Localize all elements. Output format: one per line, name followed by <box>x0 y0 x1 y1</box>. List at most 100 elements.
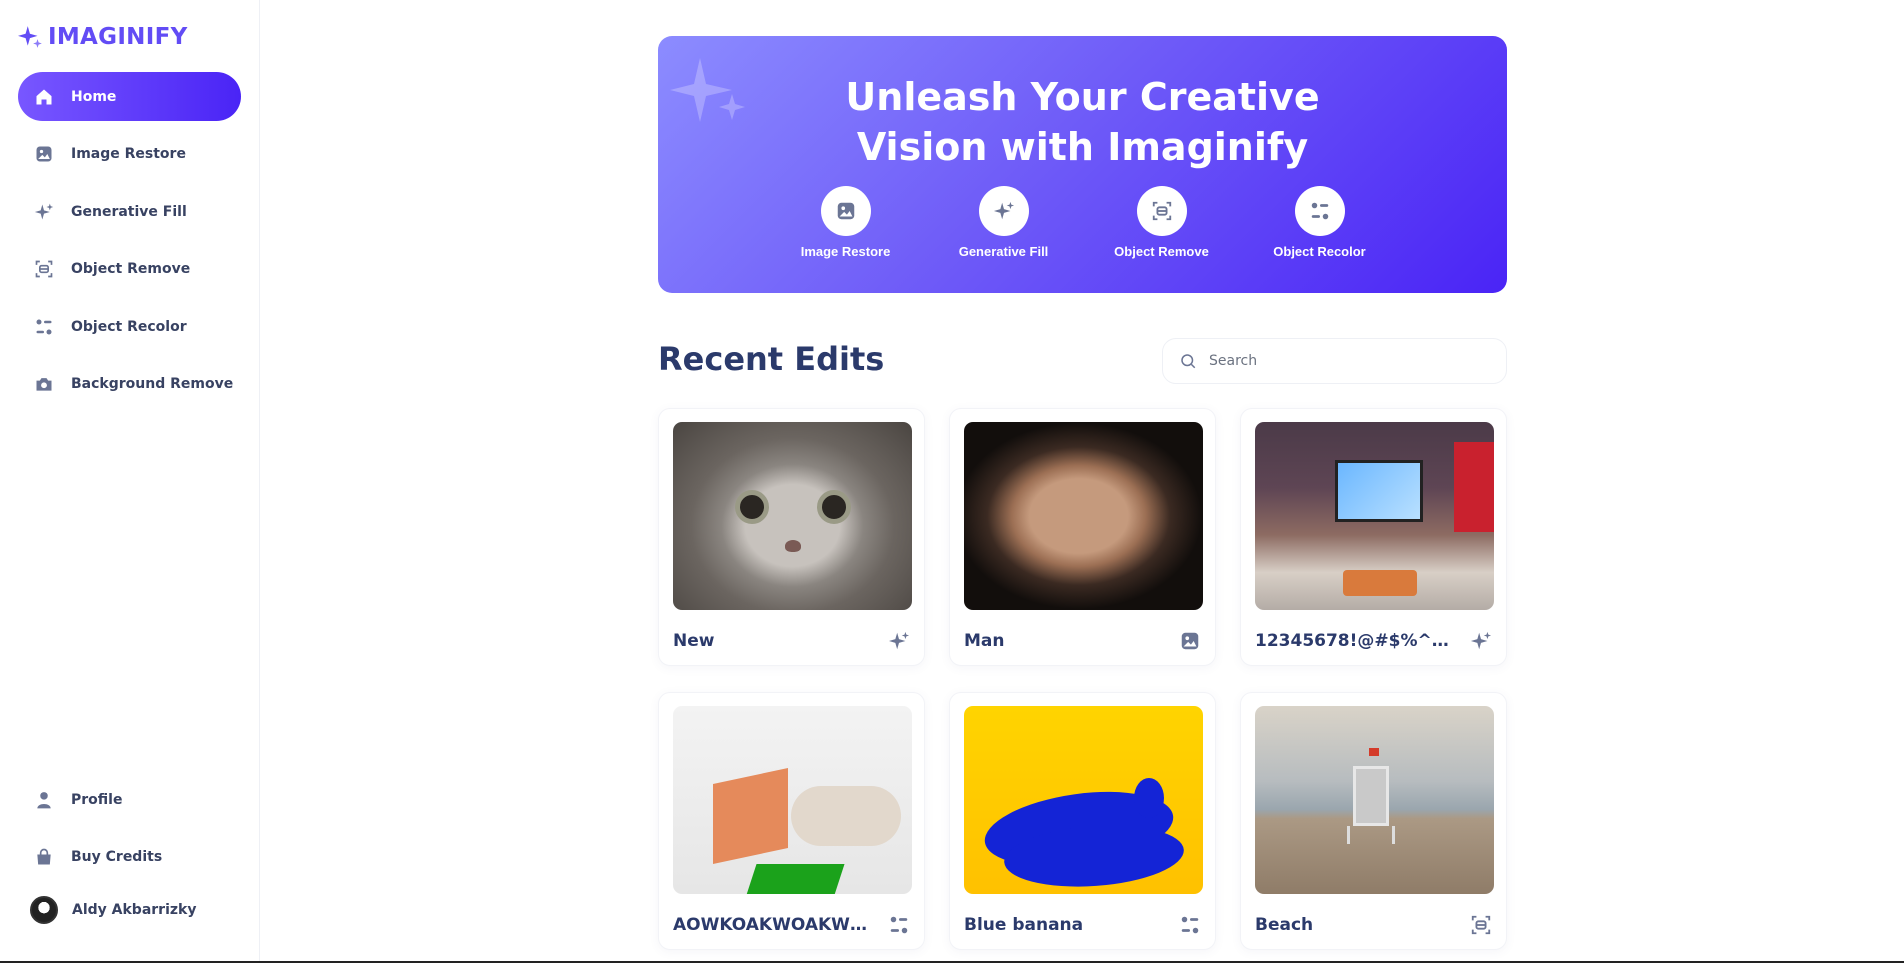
bag-icon <box>33 846 55 868</box>
brand-name: IMAGINIFY <box>48 24 188 50</box>
hero-link-object-remove[interactable]: Object Remove <box>1114 186 1209 259</box>
recent-edits-title: Recent Edits <box>658 340 885 378</box>
card-footer: Blue banana <box>964 914 1201 936</box>
card-footer: 12345678!@#$%^&*... <box>1255 630 1492 652</box>
hero-link-circle[interactable] <box>1136 186 1187 236</box>
hero-link-circle[interactable] <box>978 186 1029 236</box>
card-title: AOWKOAKWOAKWOK <box>673 915 873 935</box>
sidebar-item-image-restore[interactable]: Image Restore <box>18 130 241 179</box>
image-card[interactable]: 12345678!@#$%^&*... <box>1240 408 1507 666</box>
card-title: Beach <box>1255 915 1314 935</box>
thumbnail-detail <box>1134 778 1164 818</box>
sidebar: IMAGINIFY Home Image Restore Generative … <box>0 0 260 963</box>
sidebar-item-label: Home <box>71 88 117 105</box>
sidebar-item-object-remove[interactable]: Object Remove <box>18 245 241 294</box>
card-title: Blue banana <box>964 915 1084 935</box>
search-box[interactable] <box>1162 338 1507 384</box>
hero-title-line2: Vision with Imaginify <box>856 125 1309 169</box>
thumbnail-detail <box>1335 460 1423 522</box>
image-icon <box>837 202 854 220</box>
stars-icon <box>888 631 910 650</box>
image-thumbnail[interactable] <box>1255 706 1494 894</box>
hero-link-label: Image Restore <box>800 244 891 259</box>
main-content: Unleash Your Creative Vision with Imagin… <box>260 0 1904 963</box>
sidebar-item-label: Generative Fill <box>71 203 187 220</box>
thumbnail-detail <box>735 490 769 524</box>
thumbnail-detail <box>1347 826 1395 844</box>
image-card[interactable]: Man <box>949 408 1216 666</box>
sidebar-item-label: Object Remove <box>71 261 191 277</box>
image-thumbnail[interactable] <box>1255 422 1494 610</box>
sidebar-item-label: Profile <box>71 791 123 808</box>
image-card[interactable]: New <box>658 408 925 666</box>
sidebar-item-label: Background Remove <box>71 376 234 392</box>
filter-icon <box>33 316 55 338</box>
sidebar-item-label: Buy Credits <box>71 849 163 865</box>
image-card[interactable]: Blue banana <box>949 692 1216 950</box>
user-name: Aldy Akbarrizky <box>72 902 197 918</box>
filter-icon <box>1181 916 1199 934</box>
image-thumbnail[interactable] <box>673 706 912 894</box>
scan-icon <box>33 258 55 280</box>
thumbnail-detail <box>745 864 845 894</box>
profile-icon <box>33 789 55 811</box>
thumbnail-detail <box>791 786 901 846</box>
thumbnail-detail <box>713 768 788 864</box>
search-input[interactable] <box>1209 353 1489 369</box>
image-thumbnail[interactable] <box>964 706 1203 894</box>
thumbnail-detail <box>1353 766 1389 826</box>
sidebar-item-label: Image Restore <box>71 146 186 162</box>
sidebar-item-profile[interactable]: Profile <box>18 775 241 824</box>
sidebar-nav: Home Image Restore Generative Fill Objec… <box>18 72 241 417</box>
hero-link-object-recolor[interactable]: Object Recolor <box>1273 186 1366 259</box>
sidebar-bottom: Profile Buy Credits Aldy Akbarrizky <box>18 775 241 930</box>
image-thumbnail[interactable] <box>673 422 912 610</box>
home-icon <box>33 86 55 108</box>
hero-link-label: Object Remove <box>1114 244 1209 259</box>
thumbnail-detail <box>1343 570 1417 596</box>
sidebar-item-home[interactable]: Home <box>18 72 241 121</box>
card-footer: Man <box>964 630 1201 652</box>
brand-logo[interactable]: IMAGINIFY <box>18 24 188 50</box>
hero-link-circle[interactable] <box>820 186 871 236</box>
hero-banner: Unleash Your Creative Vision with Imagin… <box>658 36 1507 293</box>
hero-link-label: Generative Fill <box>958 244 1049 259</box>
sidebar-item-label: Object Recolor <box>71 318 187 335</box>
search-icon <box>1181 354 1196 369</box>
image-thumbnail[interactable] <box>964 422 1203 610</box>
stars-icon <box>1470 631 1492 650</box>
hero-title-line1: Unleash Your Creative <box>845 75 1320 119</box>
hero-link-image-restore[interactable]: Image Restore <box>801 186 891 259</box>
image-icon <box>1181 632 1199 650</box>
sidebar-item-object-recolor[interactable]: Object Recolor <box>18 302 241 351</box>
thumbnail-detail <box>1369 748 1379 756</box>
hero-link-generative-fill[interactable]: Generative Fill <box>959 186 1049 259</box>
card-title: New <box>673 631 715 651</box>
image-icon <box>33 143 55 165</box>
filter-icon <box>890 916 908 934</box>
recent-edits-grid: New Man 12345678!@#$%^&*... AOWKOAKWOAKW… <box>658 408 1507 950</box>
card-footer: AOWKOAKWOAKWOK <box>673 914 910 936</box>
thumbnail-detail <box>785 540 801 552</box>
thumbnail-detail <box>1454 442 1494 532</box>
sidebar-item-background-remove[interactable]: Background Remove <box>18 360 241 409</box>
card-footer: Beach <box>1255 914 1492 936</box>
card-title: Man <box>964 631 1005 651</box>
stars-icon <box>33 201 55 223</box>
card-footer: New <box>673 630 910 652</box>
user-profile[interactable]: Aldy Akbarrizky <box>18 890 241 930</box>
camera-icon <box>33 373 55 395</box>
filter-icon <box>1311 202 1328 220</box>
sidebar-item-buy-credits[interactable]: Buy Credits <box>18 833 241 882</box>
image-card[interactable]: Beach <box>1240 692 1507 950</box>
thumbnail-detail <box>817 490 851 524</box>
stars-icon <box>993 201 1014 220</box>
image-card[interactable]: AOWKOAKWOAKWOK <box>658 692 925 950</box>
logo-stars-icon <box>18 26 42 48</box>
sidebar-item-generative-fill[interactable]: Generative Fill <box>18 187 241 236</box>
hero-quick-links: Image Restore Generative Fill Object Rem… <box>658 186 1507 259</box>
avatar[interactable] <box>30 896 58 924</box>
hero-link-circle[interactable] <box>1294 186 1345 236</box>
scan-icon <box>1152 201 1171 221</box>
hero-link-label: Object Recolor <box>1273 244 1366 259</box>
